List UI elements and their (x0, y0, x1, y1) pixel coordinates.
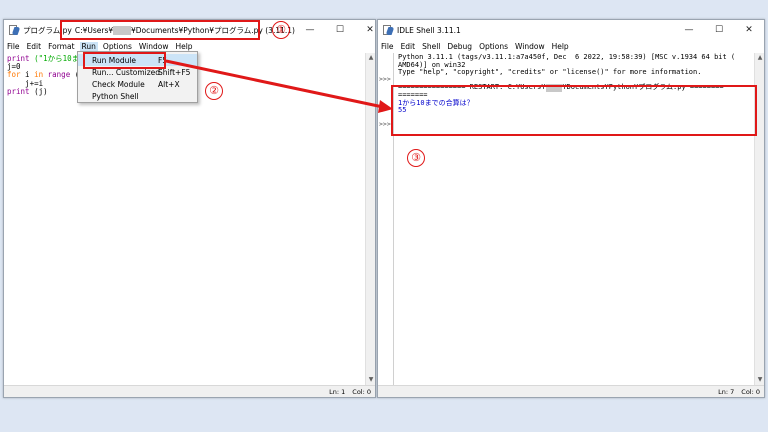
menu-window[interactable]: Window (139, 42, 169, 51)
shell-prompt: >>> (379, 75, 391, 83)
shell-prompt: >>> (379, 120, 391, 128)
menu-options[interactable]: Options (103, 42, 132, 51)
maximize-button[interactable]: ☐ (325, 20, 355, 40)
scroll-up-icon[interactable]: ▲ (366, 53, 376, 63)
menu-help[interactable]: Help (552, 42, 569, 51)
annotation-box-shell-output (391, 85, 757, 136)
shell-window: IDLE Shell 3.11.1 — ☐ ✕ File Edit Shell … (377, 19, 765, 398)
minimize-button[interactable]: — (295, 20, 325, 40)
menu-edit[interactable]: Edit (27, 42, 42, 51)
editor-col-number: Col: 0 (352, 387, 371, 396)
menu-shell[interactable]: Shell (422, 42, 440, 51)
shell-title: IDLE Shell 3.11.1 (397, 25, 461, 35)
shell-line-number: Ln: 7 (718, 387, 735, 396)
annotation-number-2: ② (205, 82, 223, 100)
scroll-up-icon[interactable]: ▲ (755, 53, 765, 63)
annotation-box-run-module (83, 52, 166, 69)
menu-debug[interactable]: Debug (447, 42, 472, 51)
shell-titlebar[interactable]: IDLE Shell 3.11.1 — ☐ ✕ (378, 20, 764, 40)
menu-edit[interactable]: Edit (401, 42, 416, 51)
editor-scrollbar[interactable]: ▲ ▼ (365, 53, 375, 385)
idle-app-icon (382, 24, 395, 36)
shell-menubar: File Edit Shell Debug Options Window Hel… (378, 40, 764, 53)
annotation-number-1: ① (272, 21, 290, 39)
editor-statusbar: Ln: 1 Col: 0 (4, 385, 375, 397)
menu-window[interactable]: Window (515, 42, 545, 51)
annotation-number-3: ③ (407, 149, 425, 167)
annotation-box-title-path (60, 20, 260, 40)
close-button[interactable]: ✕ (734, 20, 764, 40)
menu-item-check-module[interactable]: Check Module Alt+X (78, 78, 197, 90)
menu-format[interactable]: Format (48, 42, 74, 51)
menu-item-python-shell[interactable]: Python Shell (78, 90, 197, 102)
menu-help[interactable]: Help (175, 42, 192, 51)
scroll-down-icon[interactable]: ▼ (366, 375, 376, 385)
idle-app-icon (8, 24, 21, 36)
menu-file[interactable]: File (7, 42, 20, 51)
scroll-down-icon[interactable]: ▼ (755, 375, 765, 385)
menu-run[interactable]: Run (79, 42, 98, 51)
menu-options[interactable]: Options (479, 42, 508, 51)
editor-line-number: Ln: 1 (329, 387, 346, 396)
minimize-button[interactable]: — (674, 20, 704, 40)
menu-file[interactable]: File (381, 42, 394, 51)
shell-banner-line: Type "help", "copyright", "credits" or "… (398, 68, 702, 77)
shell-statusbar: Ln: 7 Col: 0 (378, 385, 764, 397)
shell-col-number: Col: 0 (741, 387, 760, 396)
maximize-button[interactable]: ☐ (704, 20, 734, 40)
